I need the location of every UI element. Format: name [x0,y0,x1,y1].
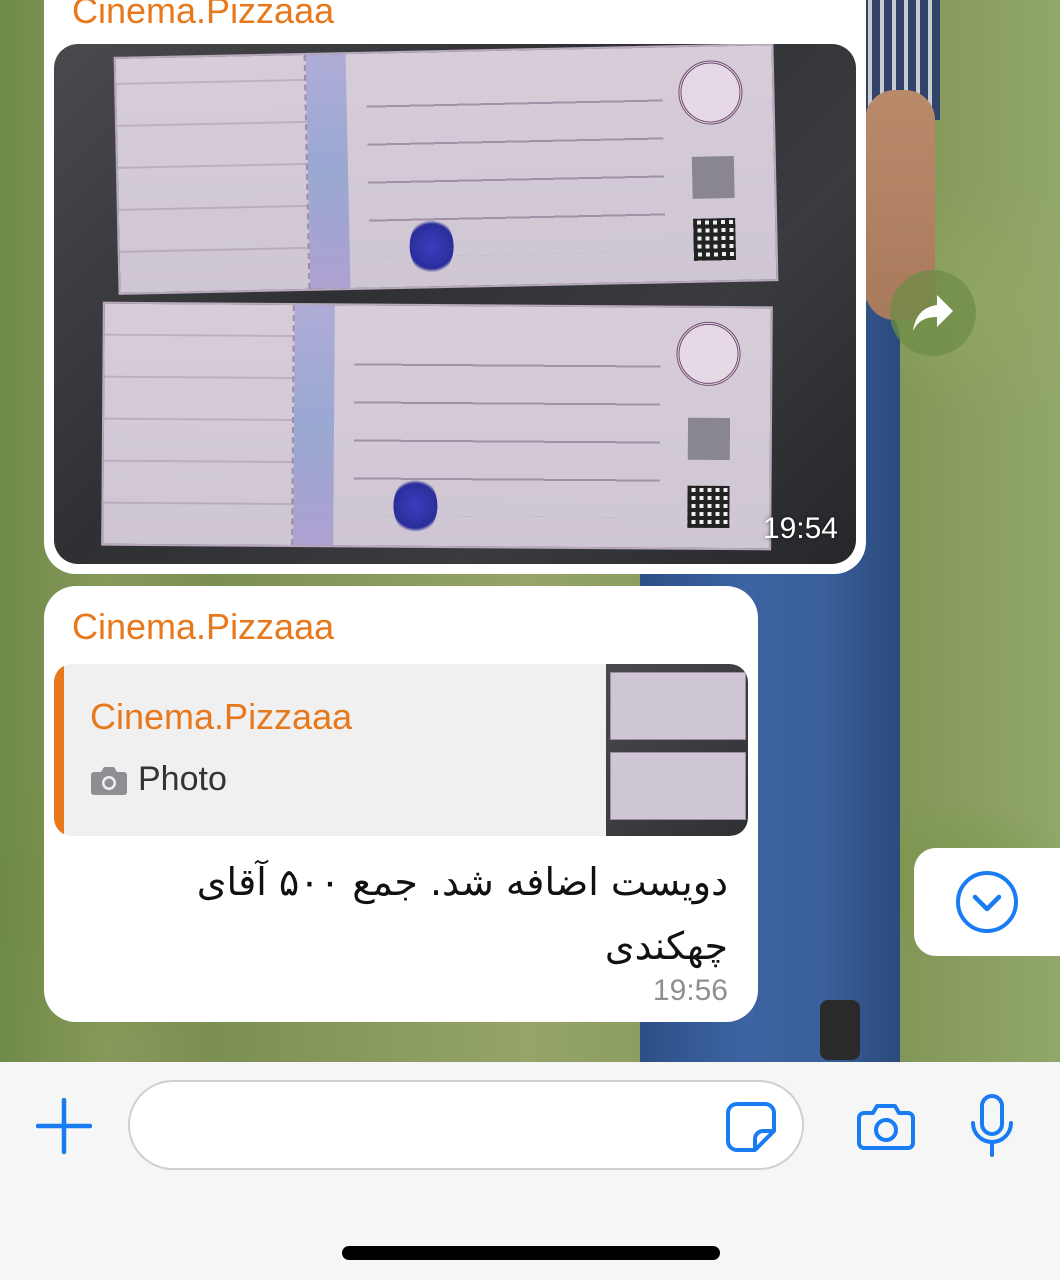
forward-arrow-icon [913,295,953,331]
sender-name[interactable]: Cinema.Pizzaaa [72,0,334,32]
quoted-type-label: Photo [138,760,227,798]
message-bubble-reply[interactable]: Cinema.Pizzaaa Cinema.Pizzaaa Photo دویس… [44,586,758,1022]
camera-icon [857,1104,915,1150]
attach-button[interactable] [30,1092,98,1160]
chevron-down-circle-icon [956,871,1018,933]
message-text: دویست اضافه شد. جمع ۵۰۰ آقای چهکندی [196,860,728,968]
message-timestamp: 19:54 [762,512,838,545]
camera-button[interactable] [852,1092,920,1160]
quoted-photo-thumbnail [606,664,748,836]
message-input-field[interactable] [128,1080,804,1170]
message-timestamp: 19:56 [652,974,728,1007]
message-composer [0,1062,1060,1280]
quoted-type: Photo [90,760,227,799]
cheque-image-bottom [101,301,773,551]
cheque-image-top [113,44,779,295]
forward-button[interactable] [890,270,976,356]
cheque-photo[interactable]: 19:54 [54,44,856,564]
message-bubble-photo[interactable]: Cinema.Pizzaaa 19:54 [44,0,866,574]
plus-icon [36,1098,92,1154]
scroll-to-bottom-button[interactable] [914,848,1060,956]
quoted-sender: Cinema.Pizzaaa [90,696,353,737]
quote-accent-bar [54,664,64,836]
home-indicator[interactable] [342,1246,720,1260]
message-input[interactable] [156,1098,716,1154]
wallpaper-shoe [820,1000,860,1060]
sticker-button[interactable] [724,1100,778,1154]
microphone-button[interactable] [960,1088,1024,1164]
quoted-message[interactable]: Cinema.Pizzaaa Photo [54,664,748,836]
microphone-icon [971,1094,1013,1157]
sticker-icon [726,1102,776,1152]
camera-icon [91,766,127,795]
sender-name[interactable]: Cinema.Pizzaaa [72,606,334,648]
